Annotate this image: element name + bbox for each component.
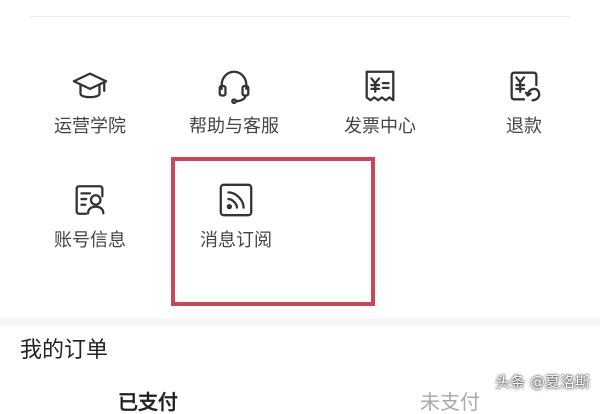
grid-item-refund[interactable]: 退款 bbox=[459, 66, 589, 166]
graduation-cap-icon bbox=[70, 66, 110, 106]
grid-item-invoice-center[interactable]: 发票中心 bbox=[315, 66, 445, 166]
grid-item-academy[interactable]: 运营学院 bbox=[25, 66, 155, 166]
section-divider bbox=[0, 318, 600, 326]
grid-item-label: 账号信息 bbox=[54, 230, 126, 251]
grid-item-label: 帮助与客服 bbox=[189, 116, 279, 137]
grid-item-account-info[interactable]: 账号信息 bbox=[25, 180, 155, 280]
order-tab-partial-left[interactable]: 已支付 bbox=[118, 390, 178, 414]
top-divider bbox=[30, 16, 570, 17]
rss-feed-icon bbox=[216, 180, 256, 220]
watermark: 头条 @夏洛斯 bbox=[495, 373, 590, 391]
order-tab-partial-right[interactable]: 未支付 bbox=[420, 390, 480, 414]
grid-item-help-service[interactable]: 帮助与客服 bbox=[169, 66, 299, 166]
grid-item-label: 运营学院 bbox=[54, 116, 126, 137]
grid-item-label: 发票中心 bbox=[344, 116, 416, 137]
orders-section-title: 我的订单 bbox=[20, 338, 109, 363]
account-card-icon bbox=[70, 180, 110, 220]
refund-yen-icon bbox=[504, 66, 544, 106]
grid-item-message-subscription[interactable]: 消息订阅 bbox=[171, 180, 301, 280]
grid-item-label: 消息订阅 bbox=[200, 230, 272, 251]
grid-item-label: 退款 bbox=[506, 116, 542, 137]
headset-icon bbox=[214, 66, 254, 106]
invoice-receipt-icon bbox=[360, 66, 400, 106]
